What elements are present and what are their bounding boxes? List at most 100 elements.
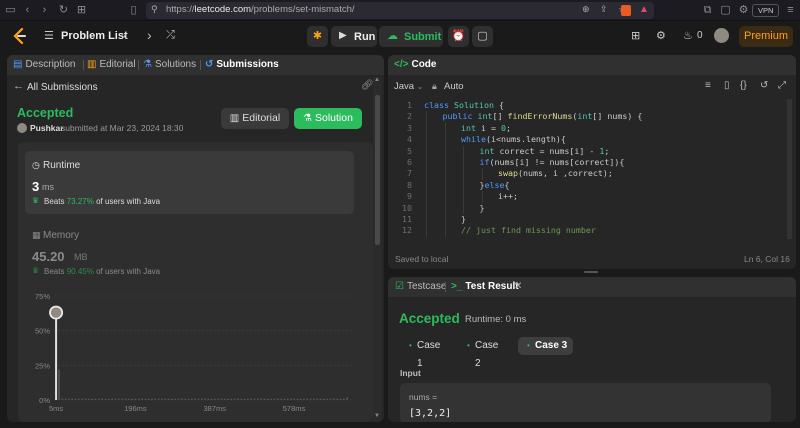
link-icon[interactable]: 🔗︎ xyxy=(361,80,374,91)
back-arrow-icon[interactable]: ‹ xyxy=(20,3,35,18)
timer-icon[interactable]: ⏰ xyxy=(448,26,469,47)
bookmark-icon[interactable]: ▯ xyxy=(724,80,730,91)
tab-submissions[interactable]: ↺ Submissions xyxy=(205,59,279,70)
editorial-button[interactable]: ▥ Editorial xyxy=(221,108,289,129)
notes-icon[interactable]: ▢ xyxy=(472,26,493,47)
tab-editorial[interactable]: ▥ Editorial xyxy=(87,59,136,70)
code-line[interactable]: 12 // just find missing number xyxy=(388,225,788,237)
code-line[interactable]: 7 swap(nums, i ,correct); xyxy=(388,168,788,180)
case-2-tab[interactable]: • Case 2 xyxy=(458,337,506,369)
solution-button[interactable]: ⚗ Solution xyxy=(294,108,362,129)
case-1-tab[interactable]: • Case 1 xyxy=(400,337,448,369)
random-problem-icon[interactable]: ⤮ xyxy=(166,29,175,42)
test-result-panel: ☑ Testcase >_ Test Result ✕ Accepted Runti… xyxy=(388,277,796,422)
fullscreen-icon[interactable]: ⤢ xyxy=(778,80,786,91)
format-icon[interactable]: ≡ xyxy=(705,80,711,91)
settings-gear-icon[interactable]: ⚙ xyxy=(656,29,666,42)
submit-button[interactable]: ☁ Submit xyxy=(379,26,443,47)
indent-guide xyxy=(444,145,446,157)
tab-solutions[interactable]: ⚗ Solutions xyxy=(143,59,196,70)
tab-separator xyxy=(138,60,139,70)
back-arrow-icon[interactable]: ← xyxy=(13,80,24,92)
layout-grid-icon[interactable]: ⊞ xyxy=(631,29,640,42)
code-line[interactable]: 3 int i = 0; xyxy=(388,122,788,135)
braces-icon[interactable]: {} xyxy=(740,80,747,91)
chart-bar xyxy=(147,398,150,400)
x-tick-label: 196ms xyxy=(124,404,147,413)
left-scrollbar-thumb[interactable] xyxy=(375,95,380,245)
chart-bar xyxy=(201,398,203,400)
auto-mode[interactable]: Auto xyxy=(444,81,464,92)
chart-bar xyxy=(124,398,127,400)
resize-handle[interactable] xyxy=(584,271,598,273)
tab-test-result[interactable]: >_ Test Result xyxy=(451,281,519,292)
chart-bar xyxy=(55,319,58,400)
code-text: class Solution { xyxy=(424,100,504,110)
reload-icon[interactable]: ↻ xyxy=(56,3,71,18)
streak-count: 0 xyxy=(697,30,703,41)
chart-bar xyxy=(134,398,137,400)
code-area[interactable]: 1 class Solution {2 public int[] findError… xyxy=(388,100,796,240)
scroll-down-icon[interactable]: ▼ xyxy=(374,413,380,419)
address-bar[interactable]: ⚲ https://leetcode.com/problems/set-mism… xyxy=(146,2,654,19)
chart-bar xyxy=(217,398,219,400)
code-line[interactable]: 2 public int[] findErrorNums(int[] nums) … xyxy=(388,111,788,123)
tab-code[interactable]: </> Code xyxy=(394,59,436,70)
input-box[interactable]: nums = [3,2,2] xyxy=(400,383,771,422)
code-line[interactable]: 5 int correct = nums[i] - 1; xyxy=(388,145,788,157)
all-submissions-link[interactable]: All Submissions xyxy=(27,82,98,93)
browser-menu-icon[interactable]: ≡ xyxy=(783,3,798,18)
home-grid-icon[interactable]: ⊞ xyxy=(74,3,89,18)
share-icon[interactable]: ⇪ xyxy=(600,4,608,15)
submission-status: Accepted xyxy=(17,106,74,120)
code-line[interactable]: 8}else{ xyxy=(388,179,788,192)
window-menu-icon[interactable]: ▭ xyxy=(3,3,18,18)
code-line[interactable]: 6 if(nums[i] != nums[correct]){ xyxy=(388,157,788,169)
premium-button[interactable]: Premium xyxy=(739,26,793,47)
rewards-triangle-icon[interactable]: ▲ xyxy=(639,4,649,15)
wallet-icon[interactable]: ▢ xyxy=(718,3,733,18)
reset-icon[interactable]: ↺ xyxy=(760,80,768,91)
code-line[interactable]: 10} xyxy=(388,202,788,214)
sidebar-icon[interactable]: ⧉ xyxy=(700,3,715,18)
user-marker-avatar-inner xyxy=(50,307,62,318)
close-icon[interactable]: ✕ xyxy=(514,281,522,292)
streak-fire-icon[interactable]: ♨ xyxy=(683,29,693,42)
leetcode-logo-icon[interactable] xyxy=(13,28,27,44)
forward-arrow-icon[interactable]: › xyxy=(37,3,52,18)
case-3-tab[interactable]: • Case 3 xyxy=(518,337,573,355)
scroll-up-icon[interactable]: ▲ xyxy=(374,77,380,83)
run-button[interactable]: ▶ Run xyxy=(331,26,377,47)
bookmark-icon[interactable]: ▯ xyxy=(126,3,141,18)
chart-bar xyxy=(230,398,233,400)
user-avatar[interactable] xyxy=(17,123,27,133)
editor-scrollbar[interactable] xyxy=(787,99,792,239)
problem-list-link[interactable]: Problem List xyxy=(61,30,128,42)
code-line[interactable]: 11} xyxy=(388,214,788,226)
problem-list-icon[interactable]: ☰ xyxy=(44,29,54,42)
username-link[interactable]: Pushkar xyxy=(30,123,64,133)
tab-testcase[interactable]: ☑ Testcase xyxy=(395,281,446,292)
indent-guide xyxy=(426,111,427,123)
brave-shield-icon[interactable] xyxy=(621,5,631,16)
extensions-icon[interactable]: ⚙ xyxy=(736,3,751,18)
code-line[interactable]: 9 i++; xyxy=(388,191,788,203)
pass-dot-icon: • xyxy=(527,341,530,350)
debug-bug-icon[interactable]: ✱ xyxy=(307,26,328,47)
code-line[interactable]: 4 while(i<nums.length){ xyxy=(388,134,788,146)
vpn-button[interactable]: VPN xyxy=(752,4,780,17)
runtime-distribution-chart[interactable]: 75%50%25%0%5ms 196ms 387ms 578ms xyxy=(18,142,373,422)
line-number: 3 xyxy=(407,122,412,133)
chart-bar xyxy=(161,398,163,400)
next-problem-icon[interactable]: › xyxy=(147,27,152,43)
avatar[interactable] xyxy=(714,28,729,43)
chart-bar xyxy=(280,398,282,400)
description-icon: ▤ xyxy=(13,59,23,70)
language-select[interactable]: Java ⌄ xyxy=(394,81,423,92)
site-info-icon[interactable]: ⚲ xyxy=(151,4,158,15)
prev-problem-icon[interactable]: ‹ xyxy=(123,27,128,43)
tab-description[interactable]: ▤ Description xyxy=(13,59,75,70)
code-line[interactable]: 1 class Solution { xyxy=(388,100,788,111)
result-status: Accepted xyxy=(399,311,460,326)
zoom-icon[interactable]: ⊕ xyxy=(582,4,590,15)
